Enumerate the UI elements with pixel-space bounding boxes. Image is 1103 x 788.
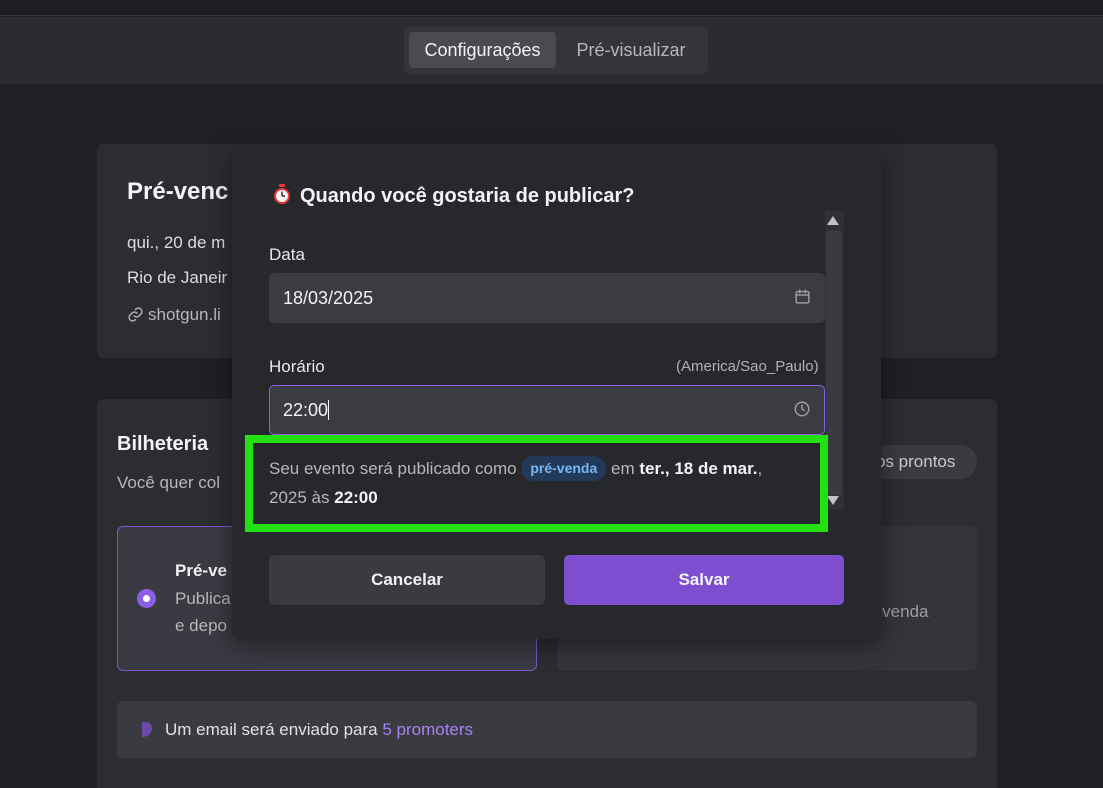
cancel-button[interactable]: Cancelar (269, 555, 545, 605)
text-caret (328, 400, 330, 420)
modal-title-text: Quando você gostaria de publicar? (300, 185, 635, 207)
summary-middle: em (611, 459, 635, 478)
scroll-up-arrow-icon[interactable] (827, 216, 839, 225)
email-notice-text: Um email será enviado para 5 promoters (165, 720, 473, 740)
event-date: qui., 20 de m (127, 233, 226, 252)
summary-date: ter., 18 de mar. (639, 459, 758, 478)
summary-prefix: Seu evento será publicado como (269, 459, 517, 478)
option-pre-sale-desc-2: e depo (175, 616, 227, 635)
event-location: Rio de Janeir (127, 268, 228, 287)
publish-summary-line-2: 2025 às 22:00 (269, 488, 378, 508)
megaphone-icon (142, 721, 152, 737)
time-value: 22:00 (283, 400, 329, 420)
event-link-text: shotgun.li (148, 305, 221, 324)
view-tabs: Configurações Pré-visualizar (404, 27, 708, 74)
option-pre-sale-desc-1: Publica (175, 589, 231, 608)
option-pre-sale-title: Pré-ve (175, 561, 227, 580)
summary-year: 2025 às (269, 488, 330, 507)
tab-pre-visualizar[interactable]: Pré-visualizar (560, 32, 702, 68)
summary-time: 22:00 (334, 488, 378, 507)
date-label: Data (269, 245, 305, 264)
tab-configuracoes[interactable]: Configurações (409, 32, 556, 68)
promoters-link[interactable]: 5 promoters (382, 720, 473, 739)
save-button[interactable]: Salvar (564, 555, 844, 605)
top-strip (0, 0, 1103, 16)
date-value: 18/03/2025 (283, 288, 374, 308)
scroll-down-arrow-icon[interactable] (827, 496, 839, 505)
modal-title: Quando você gostaria de publicar? (272, 184, 635, 208)
time-input[interactable]: 22:00 (269, 385, 825, 435)
event-title: Pré-venc (127, 178, 229, 205)
radio-selected-icon[interactable] (137, 589, 156, 608)
email-notice-prefix: Um email será enviado para (165, 720, 383, 739)
time-label: Horário (269, 357, 325, 376)
clock-icon[interactable] (793, 400, 811, 418)
ticketing-title: Bilheteria (117, 433, 209, 455)
ticketing-subtitle: Você quer col (117, 473, 221, 492)
link-icon (128, 307, 143, 322)
timezone-label: (America/Sao_Paulo) (676, 358, 819, 375)
calendar-icon[interactable] (794, 288, 811, 305)
pre-sale-badge: pré-venda (521, 456, 607, 481)
publish-summary-highlight (245, 435, 828, 532)
event-link[interactable]: shotgun.li (127, 305, 221, 325)
stopwatch-icon (274, 184, 290, 204)
publish-summary-line-1: Seu evento será publicado como pré-venda… (269, 456, 762, 481)
date-input[interactable]: 18/03/2025 (269, 273, 825, 323)
scrollbar-thumb[interactable] (826, 231, 842, 495)
